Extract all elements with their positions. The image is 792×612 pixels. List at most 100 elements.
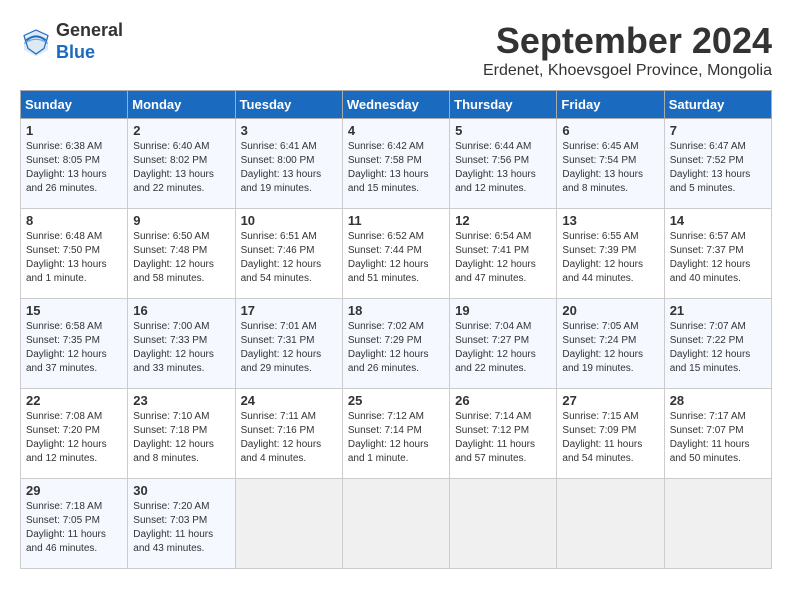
day-number: 14 (670, 213, 766, 228)
calendar-week-row: 1 Sunrise: 6:38 AM Sunset: 8:05 PM Dayli… (21, 119, 772, 209)
calendar-cell: 9 Sunrise: 6:50 AM Sunset: 7:48 PM Dayli… (128, 209, 235, 299)
calendar-cell: 12 Sunrise: 6:54 AM Sunset: 7:41 PM Dayl… (450, 209, 557, 299)
weekday-header: Friday (557, 91, 664, 119)
calendar-cell: 16 Sunrise: 7:00 AM Sunset: 7:33 PM Dayl… (128, 299, 235, 389)
day-info: Sunrise: 6:44 AM Sunset: 7:56 PM Dayligh… (455, 140, 551, 196)
day-info: Sunrise: 7:08 AM Sunset: 7:20 PM Dayligh… (26, 410, 122, 466)
calendar-week-row: 29 Sunrise: 7:18 AM Sunset: 7:05 PM Dayl… (21, 479, 772, 569)
calendar-cell: 21 Sunrise: 7:07 AM Sunset: 7:22 PM Dayl… (664, 299, 771, 389)
calendar-cell: 14 Sunrise: 6:57 AM Sunset: 7:37 PM Dayl… (664, 209, 771, 299)
day-info: Sunrise: 6:41 AM Sunset: 8:00 PM Dayligh… (241, 140, 337, 196)
calendar-cell (557, 479, 664, 569)
day-info: Sunrise: 6:38 AM Sunset: 8:05 PM Dayligh… (26, 140, 122, 196)
logo-icon (20, 26, 52, 58)
day-info: Sunrise: 6:50 AM Sunset: 7:48 PM Dayligh… (133, 230, 229, 286)
day-number: 19 (455, 303, 551, 318)
calendar-cell: 25 Sunrise: 7:12 AM Sunset: 7:14 PM Dayl… (342, 389, 449, 479)
day-info: Sunrise: 7:15 AM Sunset: 7:09 PM Dayligh… (562, 410, 658, 466)
weekday-header: Thursday (450, 91, 557, 119)
day-info: Sunrise: 7:07 AM Sunset: 7:22 PM Dayligh… (670, 320, 766, 376)
title-area: September 2024 Erdenet, Khoevsgoel Provi… (483, 20, 772, 80)
day-info: Sunrise: 7:05 AM Sunset: 7:24 PM Dayligh… (562, 320, 658, 376)
day-number: 4 (348, 123, 444, 138)
day-number: 23 (133, 393, 229, 408)
weekday-header: Wednesday (342, 91, 449, 119)
weekday-header: Saturday (664, 91, 771, 119)
logo-blue: Blue (56, 42, 123, 64)
weekday-header: Monday (128, 91, 235, 119)
day-number: 13 (562, 213, 658, 228)
day-info: Sunrise: 6:57 AM Sunset: 7:37 PM Dayligh… (670, 230, 766, 286)
day-number: 11 (348, 213, 444, 228)
day-number: 24 (241, 393, 337, 408)
calendar-cell (342, 479, 449, 569)
location-title: Erdenet, Khoevsgoel Province, Mongolia (483, 62, 772, 80)
day-number: 18 (348, 303, 444, 318)
day-number: 6 (562, 123, 658, 138)
day-info: Sunrise: 7:00 AM Sunset: 7:33 PM Dayligh… (133, 320, 229, 376)
calendar-week-row: 8 Sunrise: 6:48 AM Sunset: 7:50 PM Dayli… (21, 209, 772, 299)
month-title: September 2024 (483, 20, 772, 62)
day-number: 15 (26, 303, 122, 318)
day-number: 2 (133, 123, 229, 138)
logo: General Blue (20, 20, 123, 63)
day-info: Sunrise: 6:42 AM Sunset: 7:58 PM Dayligh… (348, 140, 444, 196)
day-info: Sunrise: 7:01 AM Sunset: 7:31 PM Dayligh… (241, 320, 337, 376)
day-number: 12 (455, 213, 551, 228)
weekday-header: Sunday (21, 91, 128, 119)
day-info: Sunrise: 7:02 AM Sunset: 7:29 PM Dayligh… (348, 320, 444, 376)
day-info: Sunrise: 7:20 AM Sunset: 7:03 PM Dayligh… (133, 500, 229, 556)
calendar-body: 1 Sunrise: 6:38 AM Sunset: 8:05 PM Dayli… (21, 119, 772, 569)
calendar-cell: 2 Sunrise: 6:40 AM Sunset: 8:02 PM Dayli… (128, 119, 235, 209)
calendar-week-row: 22 Sunrise: 7:08 AM Sunset: 7:20 PM Dayl… (21, 389, 772, 479)
calendar-cell: 17 Sunrise: 7:01 AM Sunset: 7:31 PM Dayl… (235, 299, 342, 389)
day-number: 3 (241, 123, 337, 138)
calendar-cell: 22 Sunrise: 7:08 AM Sunset: 7:20 PM Dayl… (21, 389, 128, 479)
calendar-cell: 23 Sunrise: 7:10 AM Sunset: 7:18 PM Dayl… (128, 389, 235, 479)
day-info: Sunrise: 7:17 AM Sunset: 7:07 PM Dayligh… (670, 410, 766, 466)
calendar-header: SundayMondayTuesdayWednesdayThursdayFrid… (21, 91, 772, 119)
day-number: 8 (26, 213, 122, 228)
day-info: Sunrise: 7:12 AM Sunset: 7:14 PM Dayligh… (348, 410, 444, 466)
calendar-cell: 20 Sunrise: 7:05 AM Sunset: 7:24 PM Dayl… (557, 299, 664, 389)
day-number: 20 (562, 303, 658, 318)
day-number: 27 (562, 393, 658, 408)
day-info: Sunrise: 6:48 AM Sunset: 7:50 PM Dayligh… (26, 230, 122, 286)
calendar-cell (235, 479, 342, 569)
calendar-cell: 8 Sunrise: 6:48 AM Sunset: 7:50 PM Dayli… (21, 209, 128, 299)
day-number: 5 (455, 123, 551, 138)
calendar-cell: 10 Sunrise: 6:51 AM Sunset: 7:46 PM Dayl… (235, 209, 342, 299)
day-info: Sunrise: 7:14 AM Sunset: 7:12 PM Dayligh… (455, 410, 551, 466)
logo-text: General Blue (56, 20, 123, 63)
day-number: 7 (670, 123, 766, 138)
day-number: 9 (133, 213, 229, 228)
day-info: Sunrise: 7:18 AM Sunset: 7:05 PM Dayligh… (26, 500, 122, 556)
day-info: Sunrise: 6:55 AM Sunset: 7:39 PM Dayligh… (562, 230, 658, 286)
calendar-cell: 1 Sunrise: 6:38 AM Sunset: 8:05 PM Dayli… (21, 119, 128, 209)
day-info: Sunrise: 7:10 AM Sunset: 7:18 PM Dayligh… (133, 410, 229, 466)
day-info: Sunrise: 6:52 AM Sunset: 7:44 PM Dayligh… (348, 230, 444, 286)
day-number: 16 (133, 303, 229, 318)
day-number: 22 (26, 393, 122, 408)
calendar-cell: 28 Sunrise: 7:17 AM Sunset: 7:07 PM Dayl… (664, 389, 771, 479)
day-number: 26 (455, 393, 551, 408)
day-info: Sunrise: 6:47 AM Sunset: 7:52 PM Dayligh… (670, 140, 766, 196)
weekday-row: SundayMondayTuesdayWednesdayThursdayFrid… (21, 91, 772, 119)
calendar-cell: 7 Sunrise: 6:47 AM Sunset: 7:52 PM Dayli… (664, 119, 771, 209)
calendar-cell: 18 Sunrise: 7:02 AM Sunset: 7:29 PM Dayl… (342, 299, 449, 389)
calendar-week-row: 15 Sunrise: 6:58 AM Sunset: 7:35 PM Dayl… (21, 299, 772, 389)
logo-general: General (56, 20, 123, 42)
calendar-cell: 19 Sunrise: 7:04 AM Sunset: 7:27 PM Dayl… (450, 299, 557, 389)
day-info: Sunrise: 6:58 AM Sunset: 7:35 PM Dayligh… (26, 320, 122, 376)
calendar-cell: 4 Sunrise: 6:42 AM Sunset: 7:58 PM Dayli… (342, 119, 449, 209)
day-number: 30 (133, 483, 229, 498)
calendar-cell (450, 479, 557, 569)
calendar-cell (664, 479, 771, 569)
calendar-table: SundayMondayTuesdayWednesdayThursdayFrid… (20, 90, 772, 569)
day-info: Sunrise: 6:40 AM Sunset: 8:02 PM Dayligh… (133, 140, 229, 196)
calendar-cell: 27 Sunrise: 7:15 AM Sunset: 7:09 PM Dayl… (557, 389, 664, 479)
day-number: 25 (348, 393, 444, 408)
day-number: 28 (670, 393, 766, 408)
day-info: Sunrise: 6:54 AM Sunset: 7:41 PM Dayligh… (455, 230, 551, 286)
day-number: 1 (26, 123, 122, 138)
